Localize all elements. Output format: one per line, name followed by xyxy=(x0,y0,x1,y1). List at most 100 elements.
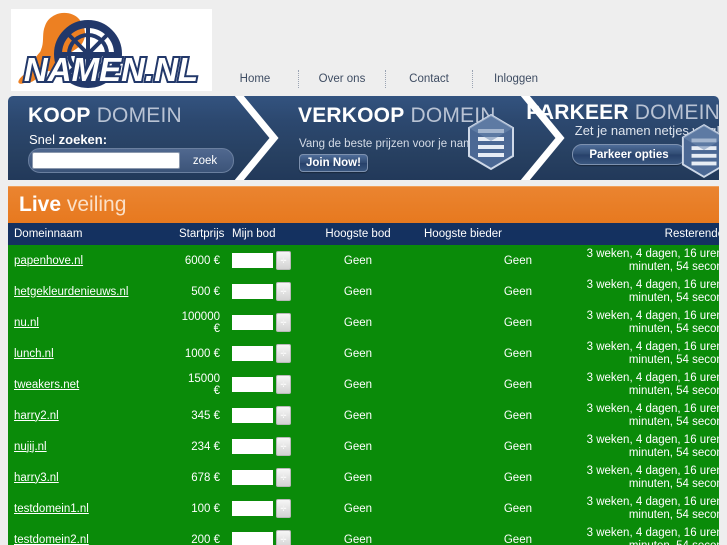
bid-control: + xyxy=(232,530,292,545)
col-header-startprijs[interactable]: Startprijs xyxy=(173,223,226,245)
bid-plus-button[interactable]: + xyxy=(276,406,291,425)
cell-mijn-bod: + xyxy=(226,338,298,369)
nav-item-over-ons[interactable]: Over ons xyxy=(299,69,385,89)
cell-domeinnaam: testdomein1.nl xyxy=(8,493,173,524)
nav-item-home[interactable]: Home xyxy=(212,69,298,89)
bid-plus-button[interactable]: + xyxy=(276,282,291,301)
cell-resterende-tijd: 3 weken, 4 dagen, 16 uren, 37 minuten, 5… xyxy=(538,524,719,545)
table-row: lunch.nl 1000 € + Geen Geen 3 weken, 4 dagen,… xyxy=(8,338,719,369)
col-header-mijn-bod[interactable]: Mijn bod xyxy=(226,223,298,245)
col-header-hoogste-bod[interactable]: Hoogste bod xyxy=(298,223,418,245)
bid-plus-button[interactable]: + xyxy=(276,251,291,270)
join-now-button[interactable]: Join Now! xyxy=(299,154,368,172)
quick-search-label: Snel zoeken: xyxy=(29,132,107,147)
panel-verkoop-title-bold: VERKOOP xyxy=(298,104,405,127)
quick-search-label-part1: Snel xyxy=(29,132,56,147)
bid-plus-button[interactable]: + xyxy=(276,499,291,518)
cell-resterende-tijd: 3 weken, 4 dagen, 16 uren, 37 minuten, 5… xyxy=(538,276,719,307)
promo-banner: KOOP DOMEIN Snel zoeken: zoek VERKOOP DO… xyxy=(8,96,719,180)
table-row: tweakers.net 15000 € + Geen Geen 3 weken, 4 d… xyxy=(8,369,719,400)
cell-mijn-bod: + xyxy=(226,307,298,338)
bid-plus-button[interactable]: + xyxy=(276,344,291,363)
bid-plus-button[interactable]: + xyxy=(276,530,291,545)
site-logo[interactable]: NAMEN.NL xyxy=(11,9,212,91)
cell-mijn-bod: + xyxy=(226,524,298,545)
bid-input[interactable] xyxy=(232,284,273,299)
bid-input[interactable] xyxy=(232,532,273,545)
panel-koop-domein: KOOP DOMEIN Snel zoeken: zoek xyxy=(16,96,246,180)
cell-hoogste-bieder: Geen xyxy=(418,524,538,545)
domain-link[interactable]: nu.nl xyxy=(14,317,39,329)
domain-link[interactable]: tweakers.net xyxy=(14,379,79,391)
cell-hoogste-bod: Geen xyxy=(298,400,418,431)
bid-input[interactable] xyxy=(232,501,273,516)
cell-domeinnaam: nu.nl xyxy=(8,307,173,338)
bid-input[interactable] xyxy=(232,315,273,330)
domain-link[interactable]: hetgekleurdenieuws.nl xyxy=(14,286,128,298)
nav-item-inloggen[interactable]: Inloggen xyxy=(473,69,559,89)
bid-control: + xyxy=(232,499,292,518)
live-auction-heading: Live veiling xyxy=(19,193,126,217)
bid-control: + xyxy=(232,251,292,270)
cell-domeinnaam: nujij.nl xyxy=(8,431,173,462)
col-header-hoogste-bieder[interactable]: Hoogste bieder xyxy=(418,223,538,245)
panel-koop-title-bold: KOOP xyxy=(28,104,91,127)
cell-domeinnaam: testdomein2.nl xyxy=(8,524,173,545)
quick-search-box: zoek xyxy=(28,148,234,173)
cell-startprijs: 6000 € xyxy=(173,245,226,276)
search-input[interactable] xyxy=(32,152,180,169)
search-submit-button[interactable]: zoek xyxy=(180,155,230,167)
domain-link[interactable]: lunch.nl xyxy=(14,348,54,360)
cell-domeinnaam: papenhove.nl xyxy=(8,245,173,276)
bid-input[interactable] xyxy=(232,253,273,268)
bid-control: + xyxy=(232,437,292,456)
top-navigation: Home Over ons Contact Inloggen xyxy=(212,62,559,96)
table-row: harry2.nl 345 € + Geen Geen 3 weken, 4 dagen,… xyxy=(8,400,719,431)
table-row: papenhove.nl 6000 € + Geen Geen 3 weken, 4 da… xyxy=(8,245,719,276)
bid-input[interactable] xyxy=(232,470,273,485)
domain-link[interactable]: harry2.nl xyxy=(14,410,59,422)
cell-startprijs: 345 € xyxy=(173,400,226,431)
col-header-resterende-tijd[interactable]: Resterende tijd xyxy=(538,223,719,245)
cell-hoogste-bieder: Geen xyxy=(418,400,538,431)
cell-hoogste-bod: Geen xyxy=(298,276,418,307)
auction-table-scroll[interactable]: Domeinnaam Startprijs Mijn bod Hoogste b… xyxy=(8,223,719,545)
cell-hoogste-bieder: Geen xyxy=(418,493,538,524)
bid-plus-button[interactable]: + xyxy=(276,468,291,487)
cell-domeinnaam: lunch.nl xyxy=(8,338,173,369)
cell-mijn-bod: + xyxy=(226,493,298,524)
bid-input[interactable] xyxy=(232,346,273,361)
table-row: nu.nl 100000 € + Geen Geen 3 weken, 4 dagen, … xyxy=(8,307,719,338)
bid-plus-button[interactable]: + xyxy=(276,375,291,394)
auction-table-head: Domeinnaam Startprijs Mijn bod Hoogste b… xyxy=(8,223,719,245)
bid-control: + xyxy=(232,406,292,425)
cell-mijn-bod: + xyxy=(226,245,298,276)
cell-hoogste-bod: Geen xyxy=(298,493,418,524)
bid-input[interactable] xyxy=(232,408,273,423)
panel-parkeer-title-light: DOMEIN xyxy=(628,101,719,124)
domain-link[interactable]: testdomein1.nl xyxy=(14,503,89,515)
domain-link[interactable]: testdomein2.nl xyxy=(14,534,89,545)
bid-input[interactable] xyxy=(232,439,273,454)
live-auction-header: Live veiling xyxy=(8,186,719,223)
page-root: NAMEN.NL Home Over ons Contact Inloggen xyxy=(0,0,727,545)
bid-plus-button[interactable]: + xyxy=(276,437,291,456)
cell-resterende-tijd: 3 weken, 4 dagen, 16 uren, 37 minuten, 5… xyxy=(538,307,719,338)
domain-link[interactable]: papenhove.nl xyxy=(14,255,83,267)
live-heading-bold: Live xyxy=(19,193,62,216)
table-row: testdomein1.nl 100 € + Geen Geen 3 weken, 4 d… xyxy=(8,493,719,524)
parkeer-opties-button[interactable]: Parkeer opties xyxy=(572,144,686,165)
bid-control: + xyxy=(232,344,292,363)
cell-hoogste-bod: Geen xyxy=(298,524,418,545)
bid-input[interactable] xyxy=(232,377,273,392)
cell-mijn-bod: + xyxy=(226,369,298,400)
col-header-domeinnaam[interactable]: Domeinnaam xyxy=(8,223,173,245)
bid-plus-button[interactable]: + xyxy=(276,313,291,332)
auction-table-body: papenhove.nl 6000 € + Geen Geen 3 weken, 4 da… xyxy=(8,245,719,545)
domain-link[interactable]: harry3.nl xyxy=(14,472,59,484)
cell-mijn-bod: + xyxy=(226,462,298,493)
nav-item-contact[interactable]: Contact xyxy=(386,69,472,89)
domain-link[interactable]: nujij.nl xyxy=(14,441,47,453)
cell-mijn-bod: + xyxy=(226,400,298,431)
cell-startprijs: 500 € xyxy=(173,276,226,307)
